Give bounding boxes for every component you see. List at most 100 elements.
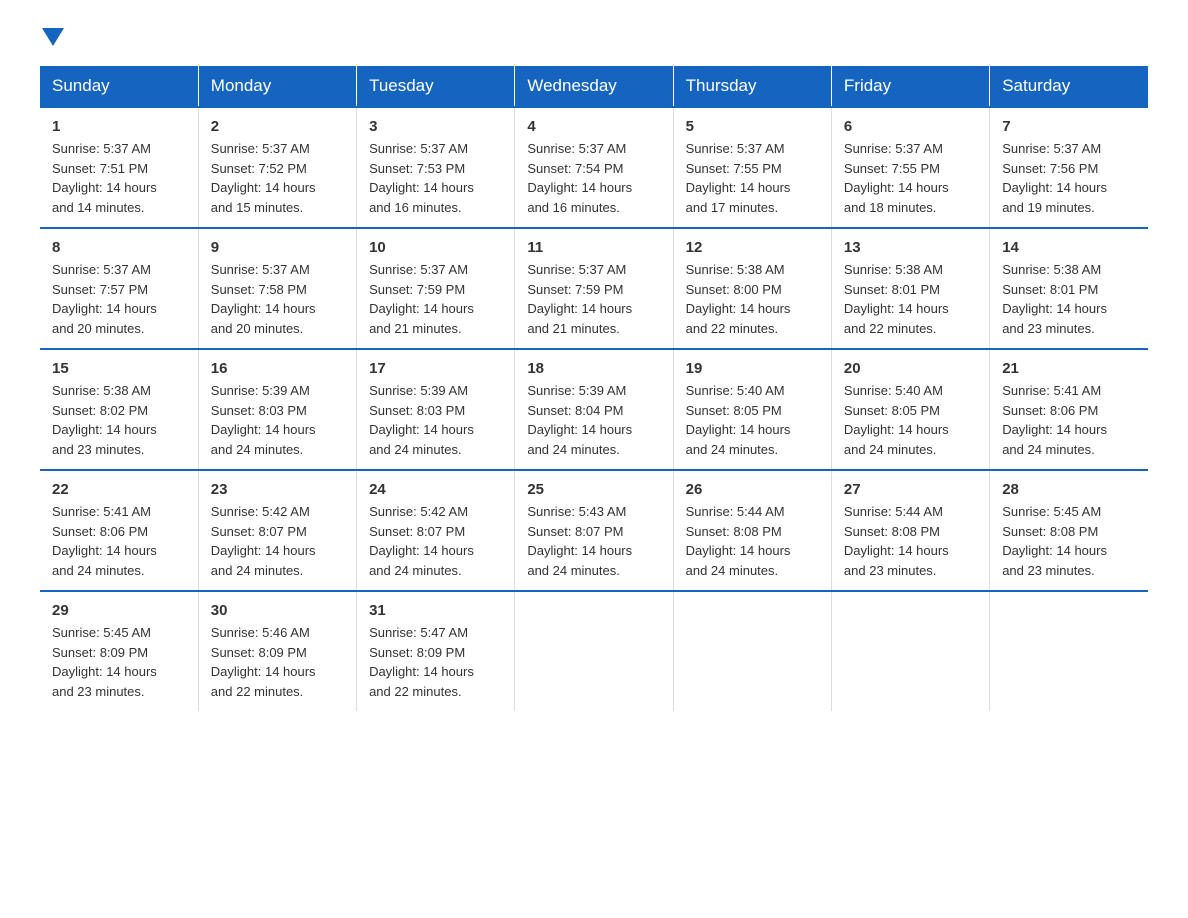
day-number: 31: [369, 602, 502, 619]
day-number: 9: [211, 239, 344, 256]
calendar-cell: 22 Sunrise: 5:41 AMSunset: 8:06 PMDaylig…: [40, 470, 198, 591]
calendar-cell: 31 Sunrise: 5:47 AMSunset: 8:09 PMDaylig…: [357, 591, 515, 711]
day-number: 10: [369, 239, 502, 256]
calendar-cell: 23 Sunrise: 5:42 AMSunset: 8:07 PMDaylig…: [198, 470, 356, 591]
calendar-header-friday: Friday: [831, 66, 989, 107]
day-number: 5: [686, 118, 819, 135]
day-info: Sunrise: 5:45 AMSunset: 8:08 PMDaylight:…: [1002, 504, 1107, 578]
logo: [40, 30, 64, 46]
calendar-cell: 9 Sunrise: 5:37 AMSunset: 7:58 PMDayligh…: [198, 228, 356, 349]
calendar-cell: 30 Sunrise: 5:46 AMSunset: 8:09 PMDaylig…: [198, 591, 356, 711]
calendar-cell: 3 Sunrise: 5:37 AMSunset: 7:53 PMDayligh…: [357, 107, 515, 228]
calendar-cell: 29 Sunrise: 5:45 AMSunset: 8:09 PMDaylig…: [40, 591, 198, 711]
calendar-cell: 6 Sunrise: 5:37 AMSunset: 7:55 PMDayligh…: [831, 107, 989, 228]
calendar-header-tuesday: Tuesday: [357, 66, 515, 107]
calendar-week-row: 8 Sunrise: 5:37 AMSunset: 7:57 PMDayligh…: [40, 228, 1148, 349]
logo-triangle-icon: [42, 28, 64, 46]
calendar-cell: 19 Sunrise: 5:40 AMSunset: 8:05 PMDaylig…: [673, 349, 831, 470]
calendar-cell: 11 Sunrise: 5:37 AMSunset: 7:59 PMDaylig…: [515, 228, 673, 349]
day-number: 17: [369, 360, 502, 377]
calendar-cell: 5 Sunrise: 5:37 AMSunset: 7:55 PMDayligh…: [673, 107, 831, 228]
calendar-cell: 13 Sunrise: 5:38 AMSunset: 8:01 PMDaylig…: [831, 228, 989, 349]
day-info: Sunrise: 5:37 AMSunset: 7:59 PMDaylight:…: [527, 262, 632, 336]
calendar-cell: 18 Sunrise: 5:39 AMSunset: 8:04 PMDaylig…: [515, 349, 673, 470]
day-info: Sunrise: 5:37 AMSunset: 7:54 PMDaylight:…: [527, 141, 632, 215]
calendar-week-row: 22 Sunrise: 5:41 AMSunset: 8:06 PMDaylig…: [40, 470, 1148, 591]
day-number: 23: [211, 481, 344, 498]
calendar-header-row: SundayMondayTuesdayWednesdayThursdayFrid…: [40, 66, 1148, 107]
day-info: Sunrise: 5:37 AMSunset: 7:58 PMDaylight:…: [211, 262, 316, 336]
calendar-week-row: 1 Sunrise: 5:37 AMSunset: 7:51 PMDayligh…: [40, 107, 1148, 228]
day-info: Sunrise: 5:39 AMSunset: 8:03 PMDaylight:…: [369, 383, 474, 457]
calendar-header-sunday: Sunday: [40, 66, 198, 107]
calendar-cell: 27 Sunrise: 5:44 AMSunset: 8:08 PMDaylig…: [831, 470, 989, 591]
day-info: Sunrise: 5:39 AMSunset: 8:03 PMDaylight:…: [211, 383, 316, 457]
day-number: 15: [52, 360, 186, 377]
calendar-cell: 1 Sunrise: 5:37 AMSunset: 7:51 PMDayligh…: [40, 107, 198, 228]
calendar-cell: [673, 591, 831, 711]
day-info: Sunrise: 5:47 AMSunset: 8:09 PMDaylight:…: [369, 625, 474, 699]
day-number: 29: [52, 602, 186, 619]
day-info: Sunrise: 5:42 AMSunset: 8:07 PMDaylight:…: [369, 504, 474, 578]
calendar-week-row: 29 Sunrise: 5:45 AMSunset: 8:09 PMDaylig…: [40, 591, 1148, 711]
day-info: Sunrise: 5:41 AMSunset: 8:06 PMDaylight:…: [1002, 383, 1107, 457]
day-number: 30: [211, 602, 344, 619]
calendar-cell: [831, 591, 989, 711]
calendar-cell: 28 Sunrise: 5:45 AMSunset: 8:08 PMDaylig…: [990, 470, 1148, 591]
calendar-header-monday: Monday: [198, 66, 356, 107]
calendar-cell: 2 Sunrise: 5:37 AMSunset: 7:52 PMDayligh…: [198, 107, 356, 228]
calendar-cell: 16 Sunrise: 5:39 AMSunset: 8:03 PMDaylig…: [198, 349, 356, 470]
day-info: Sunrise: 5:37 AMSunset: 7:51 PMDaylight:…: [52, 141, 157, 215]
day-info: Sunrise: 5:42 AMSunset: 8:07 PMDaylight:…: [211, 504, 316, 578]
day-info: Sunrise: 5:37 AMSunset: 7:56 PMDaylight:…: [1002, 141, 1107, 215]
day-number: 24: [369, 481, 502, 498]
day-number: 4: [527, 118, 660, 135]
day-number: 18: [527, 360, 660, 377]
day-info: Sunrise: 5:37 AMSunset: 7:52 PMDaylight:…: [211, 141, 316, 215]
day-info: Sunrise: 5:44 AMSunset: 8:08 PMDaylight:…: [686, 504, 791, 578]
calendar-cell: 4 Sunrise: 5:37 AMSunset: 7:54 PMDayligh…: [515, 107, 673, 228]
calendar-header-thursday: Thursday: [673, 66, 831, 107]
day-info: Sunrise: 5:37 AMSunset: 7:53 PMDaylight:…: [369, 141, 474, 215]
day-number: 2: [211, 118, 344, 135]
calendar-cell: 12 Sunrise: 5:38 AMSunset: 8:00 PMDaylig…: [673, 228, 831, 349]
calendar-cell: 24 Sunrise: 5:42 AMSunset: 8:07 PMDaylig…: [357, 470, 515, 591]
calendar-table: SundayMondayTuesdayWednesdayThursdayFrid…: [40, 66, 1148, 711]
day-info: Sunrise: 5:43 AMSunset: 8:07 PMDaylight:…: [527, 504, 632, 578]
day-number: 22: [52, 481, 186, 498]
calendar-cell: 17 Sunrise: 5:39 AMSunset: 8:03 PMDaylig…: [357, 349, 515, 470]
day-info: Sunrise: 5:38 AMSunset: 8:02 PMDaylight:…: [52, 383, 157, 457]
calendar-week-row: 15 Sunrise: 5:38 AMSunset: 8:02 PMDaylig…: [40, 349, 1148, 470]
day-info: Sunrise: 5:38 AMSunset: 8:01 PMDaylight:…: [1002, 262, 1107, 336]
day-number: 27: [844, 481, 977, 498]
day-info: Sunrise: 5:37 AMSunset: 7:55 PMDaylight:…: [844, 141, 949, 215]
day-number: 13: [844, 239, 977, 256]
calendar-cell: [515, 591, 673, 711]
calendar-cell: 21 Sunrise: 5:41 AMSunset: 8:06 PMDaylig…: [990, 349, 1148, 470]
day-number: 3: [369, 118, 502, 135]
day-info: Sunrise: 5:37 AMSunset: 7:59 PMDaylight:…: [369, 262, 474, 336]
day-info: Sunrise: 5:45 AMSunset: 8:09 PMDaylight:…: [52, 625, 157, 699]
page-header: [40, 30, 1148, 46]
calendar-header-wednesday: Wednesday: [515, 66, 673, 107]
day-number: 25: [527, 481, 660, 498]
calendar-cell: 25 Sunrise: 5:43 AMSunset: 8:07 PMDaylig…: [515, 470, 673, 591]
day-info: Sunrise: 5:38 AMSunset: 8:00 PMDaylight:…: [686, 262, 791, 336]
calendar-cell: 20 Sunrise: 5:40 AMSunset: 8:05 PMDaylig…: [831, 349, 989, 470]
day-number: 8: [52, 239, 186, 256]
day-number: 28: [1002, 481, 1136, 498]
day-number: 14: [1002, 239, 1136, 256]
day-number: 20: [844, 360, 977, 377]
calendar-header-saturday: Saturday: [990, 66, 1148, 107]
calendar-cell: 10 Sunrise: 5:37 AMSunset: 7:59 PMDaylig…: [357, 228, 515, 349]
calendar-cell: 14 Sunrise: 5:38 AMSunset: 8:01 PMDaylig…: [990, 228, 1148, 349]
calendar-cell: 26 Sunrise: 5:44 AMSunset: 8:08 PMDaylig…: [673, 470, 831, 591]
day-info: Sunrise: 5:39 AMSunset: 8:04 PMDaylight:…: [527, 383, 632, 457]
calendar-cell: 7 Sunrise: 5:37 AMSunset: 7:56 PMDayligh…: [990, 107, 1148, 228]
day-number: 1: [52, 118, 186, 135]
day-info: Sunrise: 5:40 AMSunset: 8:05 PMDaylight:…: [686, 383, 791, 457]
day-number: 26: [686, 481, 819, 498]
day-number: 21: [1002, 360, 1136, 377]
day-info: Sunrise: 5:44 AMSunset: 8:08 PMDaylight:…: [844, 504, 949, 578]
day-info: Sunrise: 5:37 AMSunset: 7:55 PMDaylight:…: [686, 141, 791, 215]
